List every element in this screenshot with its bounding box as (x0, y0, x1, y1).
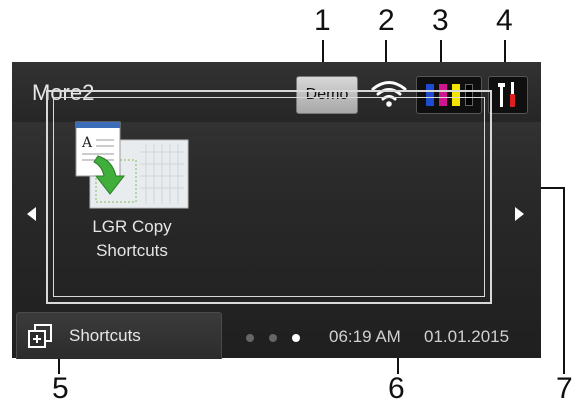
arrow-left-icon[interactable] (27, 207, 36, 221)
lgr-copy-shortcut[interactable]: A LGR Copy Shortcuts (70, 120, 194, 260)
copy-shortcut-icon: A (75, 121, 189, 209)
leader-line-7-vertical (563, 187, 565, 374)
callout-1: 1 (314, 4, 331, 37)
callout-3: 3 (432, 4, 449, 37)
shortcut-panel: A LGR Copy Shortcuts (46, 90, 492, 304)
shortcuts-tab-label: Shortcuts (69, 326, 141, 345)
callout-5: 5 (52, 372, 69, 405)
lcd-screen: More2 Demo A LGR Copy Shortcuts Shortcut… (12, 62, 541, 359)
arrow-right-icon[interactable] (515, 207, 524, 221)
status-time: 06:19 AM (329, 327, 401, 346)
svg-text:A: A (81, 135, 93, 151)
lgr-copy-shortcut-label: LGR Copy Shortcuts (92, 217, 172, 260)
shortcuts-tab-button[interactable]: Shortcuts (16, 312, 222, 359)
page-indicator-dot-1 (246, 334, 254, 342)
callout-4: 4 (496, 4, 513, 37)
status-date: 01.01.2015 (424, 327, 510, 346)
shortcut-panel-inner: A LGR Copy Shortcuts (53, 97, 485, 297)
shortcuts-plus-icon (28, 324, 52, 348)
page-indicator-dot-2 (269, 334, 277, 342)
page-indicator-dot-3-active (292, 334, 300, 342)
callout-6: 6 (388, 372, 405, 405)
callout-2: 2 (378, 4, 395, 37)
callout-7: 7 (556, 372, 573, 405)
settings-tools-icon[interactable] (488, 76, 528, 114)
